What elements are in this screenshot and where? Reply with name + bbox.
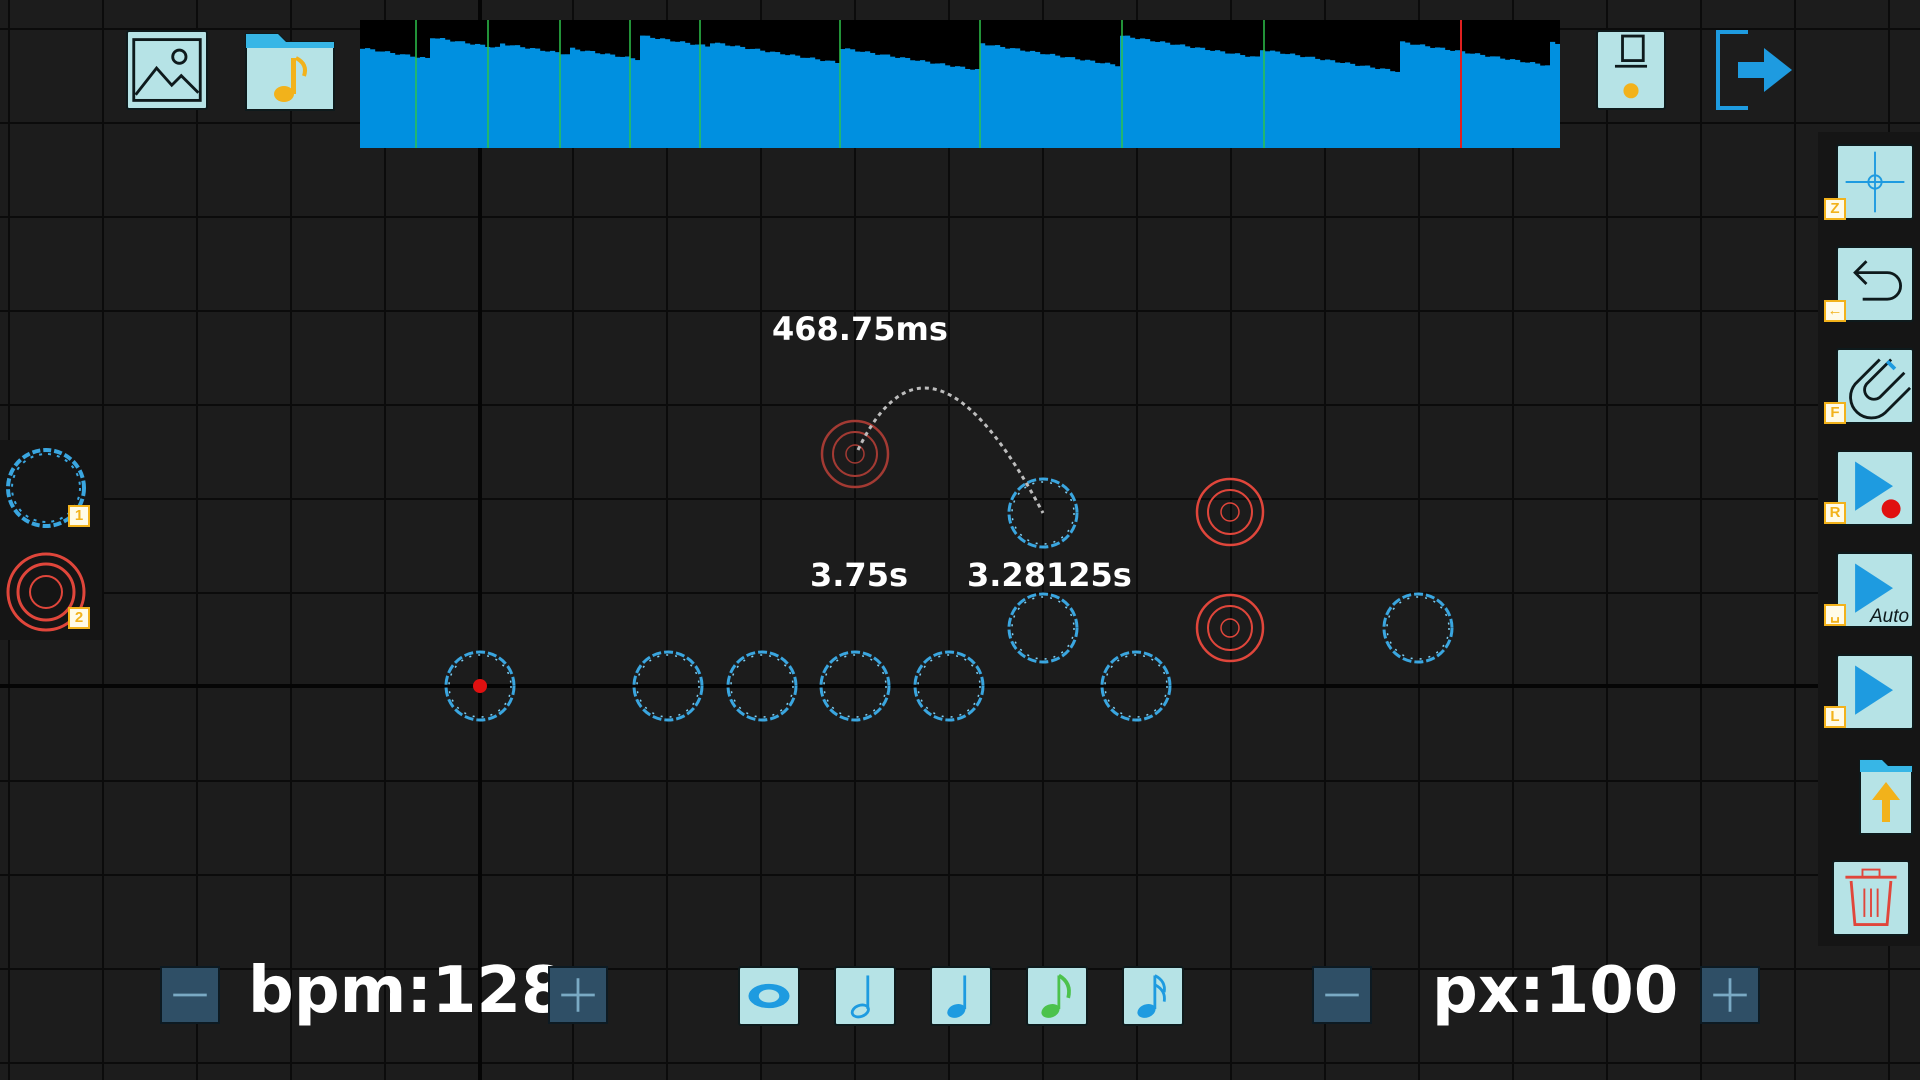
time-label-b: 3.28125s	[967, 556, 1132, 594]
tap-note[interactable]	[1382, 592, 1454, 664]
snap-button[interactable]	[1836, 348, 1914, 424]
bpm-increase-button[interactable]	[548, 966, 608, 1024]
tap-note-key: 1	[68, 505, 90, 527]
bpm-label: bpm:128	[248, 954, 566, 1028]
center-button[interactable]	[1836, 144, 1914, 220]
exit-button[interactable]	[1714, 28, 1796, 112]
tap-note[interactable]	[913, 650, 985, 722]
save-button[interactable]	[1596, 30, 1666, 110]
undo-icon	[1853, 260, 1902, 301]
image-icon	[132, 38, 202, 102]
delete-button[interactable]	[1832, 860, 1910, 936]
note-type-quarter[interactable]	[930, 966, 992, 1026]
minus-icon	[173, 993, 207, 997]
image-button[interactable]	[126, 30, 208, 110]
minus-icon	[1325, 993, 1359, 997]
auto-play-key: ␣	[1824, 604, 1846, 626]
save-icon	[1614, 34, 1648, 99]
eighth-note-icon	[1041, 973, 1071, 1018]
plus-icon	[561, 978, 595, 1012]
play-button[interactable]	[1836, 654, 1914, 730]
interval-label: 468.75ms	[772, 310, 948, 348]
half-note-icon	[850, 975, 870, 1019]
note-type-half[interactable]	[834, 966, 896, 1026]
quarter-note-icon	[947, 975, 967, 1018]
snap-key: F	[1824, 402, 1846, 424]
export-button[interactable]	[1858, 756, 1914, 836]
note-type-eye[interactable]	[738, 966, 800, 1026]
exit-arrow-icon	[1716, 30, 1792, 110]
sixteenth-note-icon	[1137, 974, 1166, 1018]
play-key: L	[1824, 706, 1846, 728]
crosshair-icon	[1845, 151, 1905, 213]
tap-note[interactable]	[819, 650, 891, 722]
time-label-a: 3.75s	[810, 556, 908, 594]
waveform-timeline[interactable]	[360, 20, 1560, 148]
music-folder-icon	[245, 33, 335, 111]
play-icon	[1855, 665, 1893, 715]
undo-key: ←	[1824, 300, 1846, 322]
tap-note[interactable]	[1100, 650, 1172, 722]
magnet-icon	[1849, 358, 1912, 420]
center-key: Z	[1824, 198, 1846, 220]
play-record-icon	[1855, 461, 1901, 519]
target-note[interactable]	[1195, 593, 1265, 663]
px-label: px:100	[1432, 954, 1679, 1028]
bpm-decrease-button[interactable]	[160, 966, 220, 1024]
auto-play-button[interactable]: Auto	[1836, 552, 1914, 628]
target-note[interactable]	[1195, 477, 1265, 547]
record-key: R	[1824, 502, 1846, 524]
music-folder-button[interactable]	[244, 28, 336, 112]
trash-icon	[1845, 868, 1897, 926]
target-note-ghost[interactable]	[820, 419, 890, 489]
undo-button[interactable]	[1836, 246, 1914, 322]
px-increase-button[interactable]	[1700, 966, 1760, 1024]
note-type-sixteenth[interactable]	[1122, 966, 1184, 1026]
folder-upload-icon	[1859, 759, 1913, 835]
tap-note[interactable]	[1007, 592, 1079, 664]
target-note-key: 2	[68, 607, 90, 629]
note-canvas[interactable]	[0, 0, 1920, 1080]
tap-note[interactable]	[632, 650, 704, 722]
tap-note[interactable]	[726, 650, 798, 722]
start-marker	[473, 679, 487, 693]
px-decrease-button[interactable]	[1312, 966, 1372, 1024]
auto-text: Auto	[1870, 606, 1910, 627]
plus-icon	[1713, 978, 1747, 1012]
note-type-eighth[interactable]	[1026, 966, 1088, 1026]
eye-icon	[748, 983, 790, 1009]
record-button[interactable]	[1836, 450, 1914, 526]
